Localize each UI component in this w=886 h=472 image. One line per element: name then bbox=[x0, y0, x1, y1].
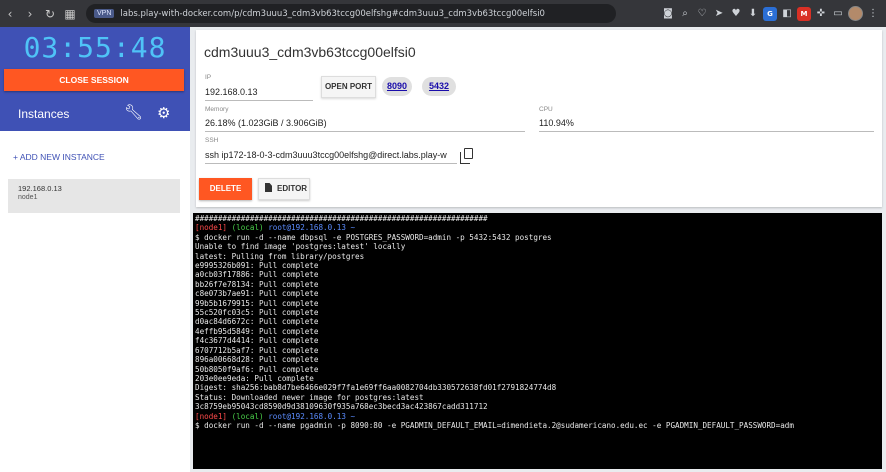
extension-icon[interactable]: ◧ bbox=[780, 7, 794, 21]
terminal[interactable]: ########################################… bbox=[193, 213, 882, 469]
ip-underline bbox=[205, 100, 313, 101]
heart-icon[interactable]: ♡ bbox=[695, 7, 709, 21]
instance-details-panel: cdm3uuu3_cdm3vb63tccg00elfsi0 IP 192.168… bbox=[196, 30, 882, 207]
terminal-line: 99b5b1679915: Pull complete bbox=[195, 298, 319, 308]
terminal-line: d0ac84d6672c: Pull complete bbox=[195, 317, 319, 327]
terminal-line: Unable to find image 'postgres:latest' l… bbox=[195, 242, 406, 252]
add-new-instance-button[interactable]: + ADD NEW INSTANCE bbox=[13, 152, 105, 162]
translate-extension-icon[interactable]: G bbox=[763, 6, 777, 21]
send-icon[interactable]: ➤ bbox=[712, 7, 726, 21]
sidebar-header: 03:55:48 CLOSE SESSION Instances 🔧︎ ⚙ bbox=[0, 27, 190, 131]
port-8090-link[interactable]: 8090 bbox=[382, 77, 412, 96]
terminal-line: 6707712b5af7: Pull complete bbox=[195, 345, 319, 355]
terminal-prompt: [node1] (local) root@192.168.0.13 ~ bbox=[195, 411, 356, 421]
vpn-badge[interactable]: VPN bbox=[94, 9, 115, 18]
memory-value: 26.18% (1.023GiB / 3.906GiB) bbox=[205, 118, 327, 128]
copy-icon[interactable] bbox=[460, 148, 473, 164]
terminal-line: Digest: sha256:bab8d7be6466e029f7fa1e69f… bbox=[195, 383, 557, 393]
terminal-line: Status: Downloaded newer image for postg… bbox=[195, 392, 424, 402]
terminal-command: $ docker run -d --name dbpsql -e POSTGRE… bbox=[195, 232, 552, 242]
terminal-line: latest: Pulling from library/postgres bbox=[195, 251, 365, 261]
terminal-banner: ########################################… bbox=[195, 214, 488, 223]
cpu-value: 110.94% bbox=[539, 118, 574, 128]
back-icon[interactable]: ‹ bbox=[0, 7, 20, 21]
delete-button[interactable]: DELETE bbox=[199, 178, 252, 200]
terminal-prompt: [node1] (local) root@192.168.0.13 ~ bbox=[195, 223, 356, 233]
close-session-button[interactable]: CLOSE SESSION bbox=[4, 69, 184, 91]
reload-icon[interactable]: ↻ bbox=[40, 7, 60, 21]
puzzle-extension-icon[interactable]: ✜ bbox=[814, 7, 828, 21]
instance-title: cdm3uuu3_cdm3vb63tccg00elfsi0 bbox=[204, 44, 416, 60]
file-icon bbox=[265, 183, 272, 192]
editor-label: EDITOR bbox=[277, 184, 308, 193]
instances-title: Instances bbox=[18, 107, 70, 121]
instance-list-item[interactable]: 192.168.0.13 node1 bbox=[8, 179, 180, 213]
menu-icon[interactable]: ⋮ bbox=[866, 7, 880, 21]
forward-icon[interactable]: › bbox=[20, 7, 40, 21]
terminal-line: a0cb03f17886: Pull complete bbox=[195, 270, 319, 280]
terminal-line: bb26f7e78134: Pull complete bbox=[195, 279, 319, 289]
terminal-line: 203e0ee9eda: Pull complete bbox=[195, 373, 314, 383]
port-5432-link[interactable]: 5432 bbox=[422, 77, 456, 96]
profile-avatar[interactable] bbox=[848, 6, 863, 21]
browser-toolbar: ‹ › ↻ ▦ VPN labs.play-with-docker.com/p/… bbox=[0, 0, 886, 27]
terminal-command: $ docker run -d --name pgadmin -p 8090:8… bbox=[195, 420, 794, 430]
terminal-line: f4c3677d4414: Pull complete bbox=[195, 336, 319, 346]
gear-icon[interactable]: ⚙ bbox=[157, 104, 170, 122]
terminal-line: 55c520fc03c5: Pull complete bbox=[195, 308, 319, 318]
instance-ip: 192.168.0.13 bbox=[18, 184, 62, 193]
terminal-line: e9995326b091: Pull complete bbox=[195, 261, 319, 271]
memory-underline bbox=[205, 131, 525, 132]
open-port-button[interactable]: OPEN PORT bbox=[321, 76, 376, 98]
ip-label: IP bbox=[205, 74, 212, 81]
bookmark-icon[interactable]: ♥ bbox=[729, 7, 743, 21]
memory-label: Memory bbox=[205, 106, 229, 113]
mega-extension-icon[interactable]: M bbox=[797, 6, 811, 21]
terminal-line: 896a00668d28: Pull complete bbox=[195, 355, 319, 365]
address-bar[interactable]: VPN labs.play-with-docker.com/p/cdm3uuu3… bbox=[86, 4, 616, 23]
instance-name: node1 bbox=[18, 194, 38, 201]
editor-button[interactable]: EDITOR bbox=[258, 178, 310, 200]
sidebar-icon[interactable]: ▭ bbox=[831, 7, 845, 21]
wrench-icon[interactable]: 🔧︎ bbox=[124, 103, 143, 121]
terminal-line: 4effb95d5849: Pull complete bbox=[195, 326, 319, 336]
url-text[interactable]: labs.play-with-docker.com/p/cdm3uuu3_cdm… bbox=[120, 9, 545, 19]
cpu-label: CPU bbox=[539, 106, 553, 113]
terminal-line: 50b8050f9af6: Pull complete bbox=[195, 364, 319, 374]
terminal-line: c8e073b7ae91: Pull complete bbox=[195, 289, 319, 299]
camera-icon[interactable]: ◙ bbox=[661, 7, 675, 21]
search-icon[interactable]: ⌕ bbox=[678, 7, 692, 21]
ssh-label: SSH bbox=[205, 137, 219, 144]
cpu-underline bbox=[539, 131, 874, 132]
ip-value[interactable]: 192.168.0.13 bbox=[205, 87, 258, 97]
extensions-bar: ◙ ⌕ ♡ ➤ ♥ ⬇ G ◧ M ✜ ▭ ⋮ bbox=[661, 6, 886, 21]
ssh-value[interactable]: ssh ip172-18-0-3-cdm3uuu3tccg00elfshg@di… bbox=[205, 150, 457, 160]
sidebar: 03:55:48 CLOSE SESSION Instances 🔧︎ ⚙ + … bbox=[0, 27, 190, 472]
download-icon[interactable]: ⬇ bbox=[746, 7, 760, 21]
terminal-line: 3c8759eb95043cd8590d9d38109630f935a768ec… bbox=[195, 402, 488, 412]
tabs-grid-icon[interactable]: ▦ bbox=[60, 7, 80, 21]
session-timer: 03:55:48 bbox=[23, 31, 167, 64]
ssh-underline bbox=[205, 163, 457, 164]
